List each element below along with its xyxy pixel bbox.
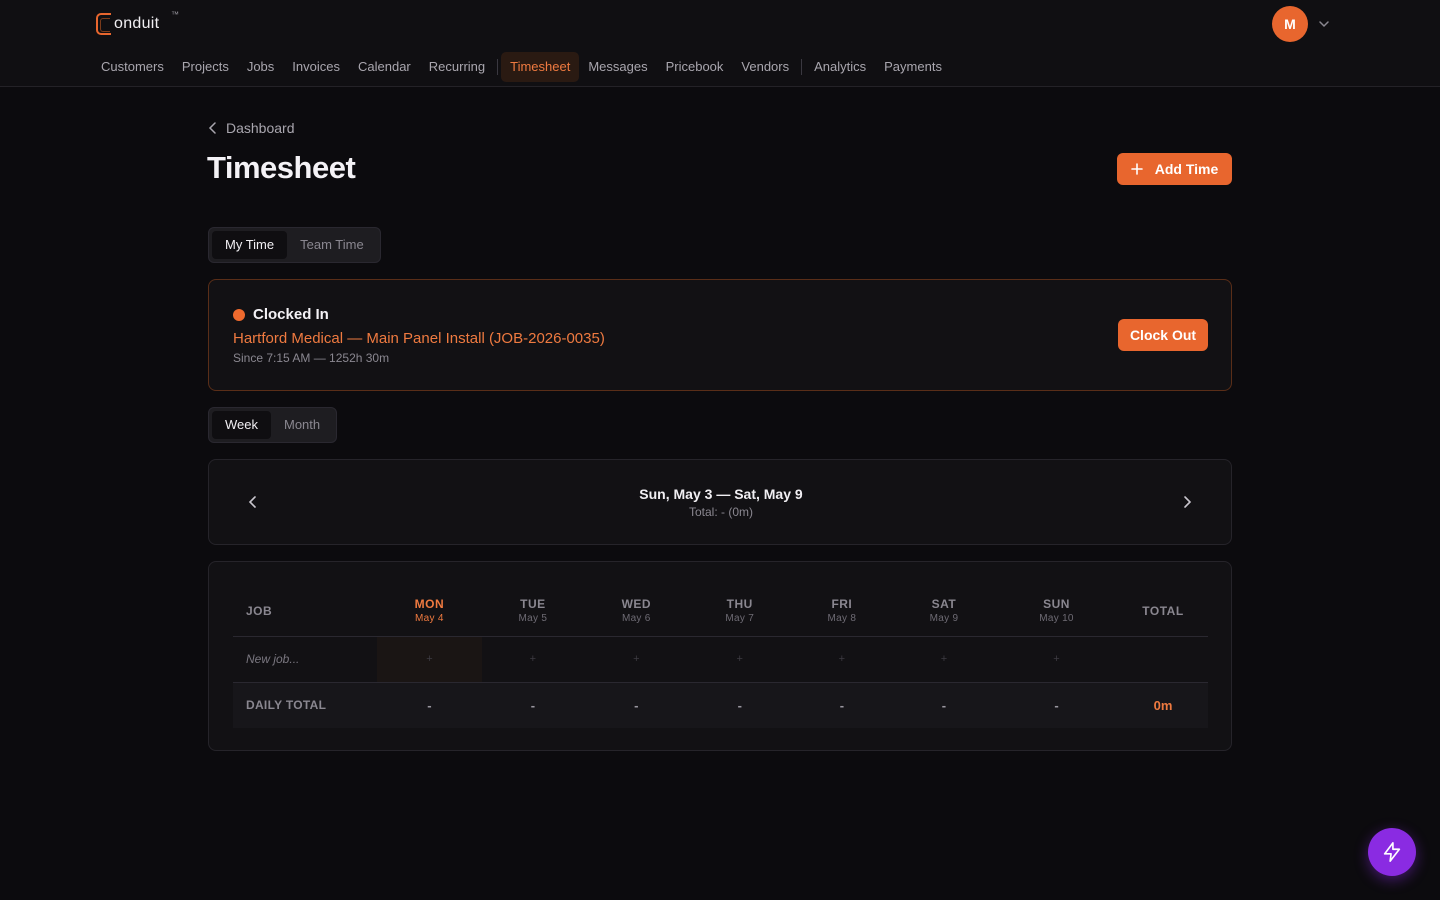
column-header-day: THU May 7 [688, 586, 791, 637]
chevron-down-icon[interactable] [1317, 17, 1331, 31]
daily-total-value: - [892, 682, 995, 728]
daily-total-value: - [481, 682, 584, 728]
nav-item-customers[interactable]: Customers [92, 52, 173, 82]
add-time-button[interactable]: Add Time [1117, 153, 1232, 185]
logo-text: onduit [114, 15, 160, 32]
breadcrumb[interactable]: Dashboard [208, 120, 295, 136]
time-cell[interactable]: + [995, 636, 1118, 683]
time-cell[interactable]: + [892, 636, 995, 683]
day-date: May 5 [518, 613, 548, 625]
chevron-right-icon [1184, 496, 1192, 508]
column-header-total: TOTAL [1118, 586, 1208, 637]
time-cell[interactable]: + [583, 636, 689, 683]
nav-item-timesheet[interactable]: Timesheet [501, 52, 580, 82]
clock-status-text: Clocked In [253, 306, 329, 323]
week-range-label: Sun, May 3 — Sat, May 9 [639, 486, 803, 502]
day-date: May 10 [1039, 613, 1074, 625]
breadcrumb-label: Dashboard [226, 120, 295, 136]
daily-total-value: - [995, 682, 1118, 728]
clock-status: Clocked In [233, 306, 329, 323]
daily-total-value: - [377, 682, 482, 728]
tab-my-time[interactable]: My Time [212, 231, 288, 259]
nav-item-projects[interactable]: Projects [173, 52, 238, 82]
nav-item-vendors[interactable]: Vendors [732, 52, 798, 82]
table-row: New job... + + + + + + + [233, 636, 1208, 683]
day-date: May 4 [415, 613, 444, 625]
column-header-day: SUN May 10 [995, 586, 1118, 637]
row-total-cell [1118, 636, 1208, 683]
column-header-day: FRI May 8 [790, 586, 893, 637]
next-week-button[interactable] [1179, 493, 1195, 511]
tab-week[interactable]: Week [212, 411, 271, 439]
view-toggle: My Time Team Time [208, 227, 381, 263]
tab-team-time[interactable]: Team Time [287, 231, 377, 259]
nav-item-analytics[interactable]: Analytics [805, 52, 875, 82]
nav-item-pricebook[interactable]: Pricebook [657, 52, 733, 82]
timesheet-table: JOB MON May 4 TUE May 5 WED May 6 THU May 7 … [233, 586, 1208, 728]
week-navigator: Sun, May 3 — Sat, May 9 Total: - (0m) [208, 459, 1232, 545]
time-cell[interactable]: + [790, 636, 893, 683]
logo[interactable]: onduit ™ [96, 10, 179, 36]
nav-item-messages[interactable]: Messages [579, 52, 656, 82]
day-date: May 6 [621, 613, 651, 625]
lightning-icon [1383, 842, 1401, 862]
column-header-day: MON May 4 [377, 586, 482, 637]
chevron-left-icon [208, 122, 216, 134]
column-header-day: WED May 6 [583, 586, 689, 637]
nav-item-payments[interactable]: Payments [875, 52, 951, 82]
page-title: Timesheet [207, 150, 356, 185]
time-cell[interactable]: + [377, 636, 482, 683]
day-name: MON [414, 597, 445, 612]
column-header-day: SAT May 9 [892, 586, 995, 637]
add-time-label: Add Time [1154, 161, 1219, 177]
daily-total-label: DAILY TOTAL [233, 682, 377, 728]
daily-total-value: - [688, 682, 791, 728]
clock-since-text: Since 7:15 AM — 1252h 30m [233, 351, 390, 365]
day-date: May 8 [827, 613, 857, 625]
nav-item-recurring[interactable]: Recurring [420, 52, 494, 82]
nav-item-invoices[interactable]: Invoices [283, 52, 349, 82]
nav-item-jobs[interactable]: Jobs [238, 52, 283, 82]
day-date: May 9 [929, 613, 959, 625]
nav-divider [801, 59, 803, 75]
assistant-fab-button[interactable] [1368, 828, 1416, 876]
day-name: THU [726, 597, 753, 612]
day-date: May 7 [725, 613, 755, 625]
logo-trademark: ™ [171, 10, 179, 19]
avatar[interactable]: M [1272, 6, 1308, 42]
column-header-job: JOB [233, 586, 377, 637]
day-name: WED [621, 597, 652, 612]
timesheet-grid-card: JOB MON May 4 TUE May 5 WED May 6 THU May 7 … [208, 561, 1232, 751]
logo-mark-icon [96, 13, 111, 35]
time-cell[interactable]: + [688, 636, 791, 683]
clock-status-card: Clocked In Hartford Medical — Main Panel… [208, 279, 1232, 391]
tab-month[interactable]: Month [271, 411, 333, 439]
range-toggle: Week Month [208, 407, 338, 443]
table-header-row: JOB MON May 4 TUE May 5 WED May 6 THU May 7 … [233, 586, 1208, 637]
nav-divider [497, 59, 499, 75]
day-name: SAT [931, 597, 957, 612]
top-bar: onduit ™ M Customers Projects Jobs Invoi… [0, 0, 1440, 87]
daily-total-row: DAILY TOTAL - - - - - - - 0m [233, 682, 1208, 728]
nav-item-calendar[interactable]: Calendar [349, 52, 420, 82]
day-name: FRI [831, 597, 853, 612]
plus-icon [1130, 163, 1143, 175]
day-name: TUE [520, 597, 546, 612]
daily-total-value: - [583, 682, 689, 728]
clock-out-button[interactable]: Clock Out [1118, 319, 1208, 351]
day-name: SUN [1043, 597, 1070, 612]
time-cell[interactable]: + [481, 636, 584, 683]
week-total-label: Total: - (0m) [688, 505, 753, 519]
status-dot-icon [233, 308, 245, 321]
main-nav: Customers Projects Jobs Invoices Calenda… [92, 52, 951, 82]
grand-total-value: 0m [1118, 682, 1208, 728]
column-header-day: TUE May 5 [481, 586, 584, 637]
new-job-input[interactable]: New job... [233, 636, 377, 683]
daily-total-value: - [790, 682, 893, 728]
clocked-job-link[interactable]: Hartford Medical — Main Panel Install (J… [233, 330, 605, 347]
